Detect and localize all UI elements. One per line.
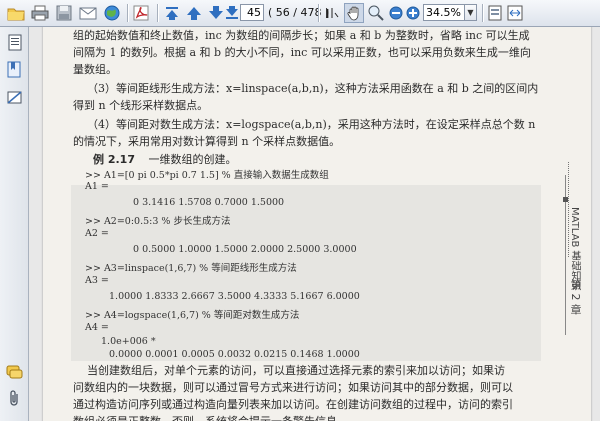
hand-tool-icon[interactable] (344, 3, 364, 23)
body-text-line: 问数组内的一块数据，则可以通过冒号方式来进行访问；如果访问其中的部分数据，则可以 (73, 381, 513, 394)
code-line: A3 = (85, 275, 109, 286)
side-tab-chapter: 第 2 章 (569, 279, 582, 315)
zoom-level-input[interactable] (423, 4, 465, 21)
body-text-line: 组的起始数值和终止数值，inc 为数组的间隔步长；如果 a 和 b 为整数时，省… (73, 29, 530, 42)
code-line: >> A2=0:0.5:3 % 步长生成方法 (85, 216, 231, 227)
navigation-sidebar (0, 27, 29, 421)
bookmarks-panel-icon[interactable] (5, 60, 24, 79)
zoom-tool-icon[interactable] (366, 3, 386, 23)
page-number-input[interactable] (240, 4, 264, 21)
example-title: 一维数组的创建。 (148, 153, 237, 166)
code-line: 1.0000 1.8333 2.6667 3.5000 4.3333 5.166… (109, 291, 360, 302)
body-text-line: （4）等间距对数生成方法：x=logspace(a,b,n)，采用这种方法时，在… (87, 118, 536, 131)
toolbar: ( 56 / 478 ) I ▼ (0, 0, 600, 27)
example-heading: 例 2.17 一维数组的创建。 (93, 151, 236, 167)
previous-page-icon[interactable] (184, 3, 204, 23)
body-text-line: 数组必须是正整数，否则，系统将会提示一条警告信息。 (73, 413, 348, 421)
last-page-icon[interactable] (224, 3, 240, 23)
print-icon[interactable] (30, 3, 50, 23)
page-count: ( 56 / 478 ) (268, 6, 330, 19)
code-line: 0 3.1416 1.5708 0.7000 1.5000 (133, 197, 285, 208)
fit-width-icon[interactable] (506, 3, 524, 23)
text-cursor-guide (568, 162, 577, 257)
body-text-line: 当创建数组后，对单个元素的访问，可以直接通过选择元素的索引来加以访问；如果访 (87, 364, 505, 377)
zoom-in-icon[interactable] (405, 3, 421, 23)
body-text-line: 的情况下，采用常用对数计算得到 n 个采样点数据值。 (73, 135, 341, 148)
adobe-acrobat-icon[interactable] (132, 3, 152, 23)
fit-page-icon[interactable] (486, 3, 504, 23)
web-icon[interactable] (102, 3, 122, 23)
body-text-line: 得到 n 个线形采样数据点。 (73, 99, 209, 112)
body-text-line: 通过构造访问序列或通过构造向量列表来加以访问。在创建访问数组的过程中，访问的索引 (73, 398, 513, 411)
document-viewport[interactable]: 组的起始数值和终止数值，inc 为数组的间隔步长；如果 a 和 b 为整数时，省… (29, 27, 600, 421)
code-line: 0 0.5000 1.0000 1.5000 2.0000 2.5000 3.0… (133, 244, 357, 255)
pages-panel-icon[interactable] (5, 33, 24, 52)
layers-panel-icon[interactable] (5, 87, 24, 106)
code-line: >> A1=[0 pi 0.5*pi 0.7 1.5] % 直接输入数据生成数组 (85, 170, 329, 181)
body-text-line: 量数组。 (73, 63, 117, 76)
code-line: A4 = (85, 322, 109, 333)
svg-text:I: I (325, 7, 329, 21)
email-icon[interactable] (78, 3, 98, 23)
first-page-icon[interactable] (162, 3, 182, 23)
body-text-line: 间隔为 1 的数列。根据 a 和 b 的大小不同，inc 可以采用正数，也可以采… (73, 46, 531, 59)
example-label: 例 2.17 (93, 153, 135, 166)
attachments-paperclip-icon[interactable] (5, 389, 24, 408)
next-page-icon[interactable] (206, 3, 226, 23)
zoom-out-icon[interactable] (388, 3, 404, 23)
text-select-icon[interactable]: I (322, 3, 342, 23)
body-text-line: （3）等间距线形生成方法：x=linspace(a,b,n)，这种方法采用函数在… (87, 82, 539, 95)
comments-icon[interactable] (5, 363, 24, 382)
code-line: 1.0e+006 * (101, 336, 156, 347)
chevron-down-icon[interactable]: ▼ (465, 4, 477, 21)
code-line: A1 = (85, 181, 109, 192)
code-line: A2 = (85, 228, 109, 239)
code-line: >> A4=logspace(1,6,7) % 等间距对数生成方法 (85, 310, 300, 321)
code-line: >> A3=linspace(1,6,7) % 等间距线形生成方法 (85, 263, 297, 274)
code-line: 0.0000 0.0001 0.0005 0.0032 0.0215 0.146… (109, 349, 360, 360)
open-folder-icon[interactable] (6, 3, 26, 23)
save-disk-icon[interactable] (54, 3, 74, 23)
pdf-page: 组的起始数值和终止数值，inc 为数组的间隔步长；如果 a 和 b 为整数时，省… (43, 27, 591, 421)
